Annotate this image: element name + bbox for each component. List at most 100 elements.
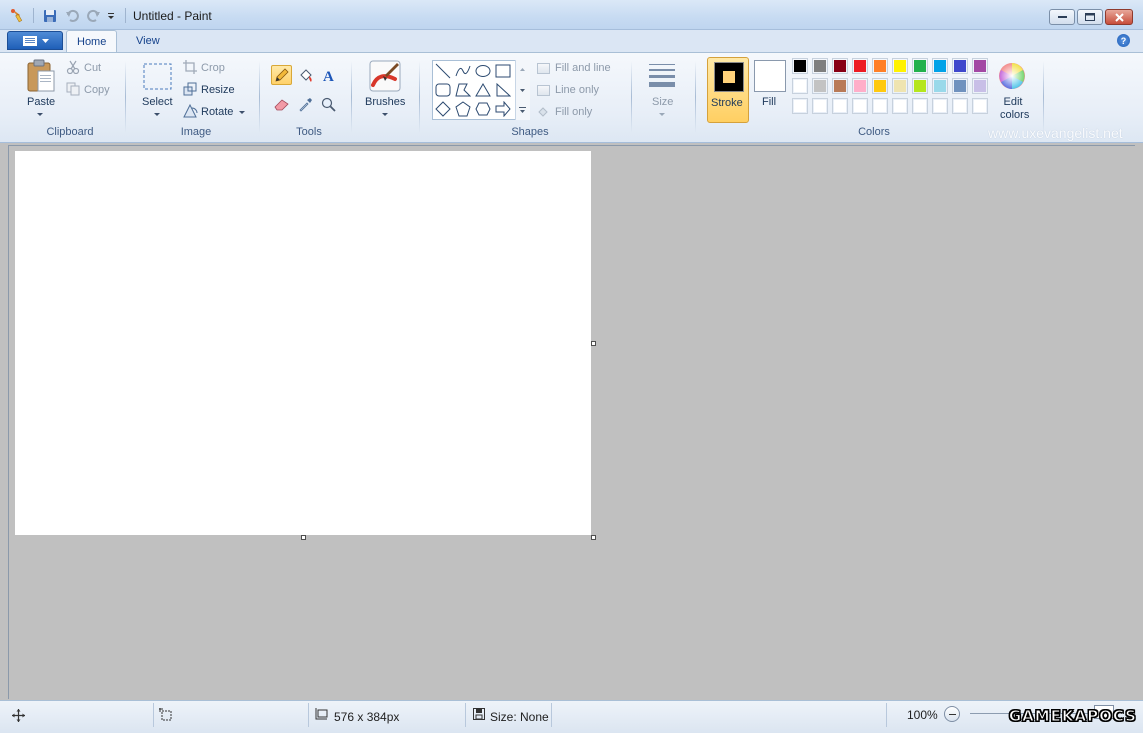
palette-color-swatch[interactable] — [892, 58, 908, 74]
palette-color-swatch[interactable] — [952, 78, 968, 94]
palette-color-swatch[interactable] — [792, 58, 808, 74]
polygon-shape-icon[interactable] — [454, 81, 472, 99]
maximize-button[interactable] — [1077, 9, 1103, 25]
svg-text:A: A — [323, 69, 334, 83]
pentagon-shape-icon[interactable] — [454, 100, 472, 118]
save-icon[interactable] — [41, 7, 59, 24]
customize-quick-access-icon[interactable] — [104, 7, 118, 24]
palette-color-swatch[interactable] — [872, 78, 888, 94]
quick-access-separator — [33, 8, 34, 23]
palette-color-swatch[interactable] — [852, 58, 868, 74]
paste-dropdown-caret[interactable] — [37, 113, 43, 116]
rectangle-shape-icon[interactable] — [494, 62, 512, 80]
select-button[interactable] — [143, 63, 172, 93]
minimize-button[interactable] — [1049, 9, 1075, 25]
color-swatch-fill — [974, 100, 986, 112]
undo-icon[interactable] — [63, 7, 81, 24]
palette-color-swatch[interactable] — [972, 78, 988, 94]
palette-color-swatch[interactable] — [852, 98, 868, 114]
hexagon-shape-icon[interactable] — [474, 100, 492, 118]
cut-button[interactable]: Cut — [84, 62, 101, 74]
palette-color-swatch[interactable] — [812, 78, 828, 94]
ribbon-tab-row: Home View ? — [0, 30, 1143, 52]
edit-colors-button[interactable] — [997, 61, 1027, 94]
rounded-rectangle-shape-icon[interactable] — [434, 81, 452, 99]
close-button[interactable] — [1105, 9, 1133, 25]
pencil-tool-button[interactable] — [271, 65, 292, 85]
palette-color-swatch[interactable] — [832, 58, 848, 74]
fill-only-option[interactable]: Fill only — [555, 106, 592, 118]
palette-color-swatch[interactable] — [812, 58, 828, 74]
triangle-shape-icon[interactable] — [474, 81, 492, 99]
eraser-tool-button[interactable] — [271, 94, 292, 114]
palette-color-swatch[interactable] — [872, 98, 888, 114]
select-rectangle-icon — [143, 63, 172, 90]
line-only-option[interactable]: Line only — [555, 84, 599, 96]
tab-view[interactable]: View — [126, 30, 170, 52]
brushes-button[interactable] — [369, 59, 401, 96]
palette-color-swatch[interactable] — [952, 58, 968, 74]
chevron-down-icon — [41, 38, 49, 43]
eyedropper-icon — [299, 97, 312, 112]
palette-color-swatch[interactable] — [812, 98, 828, 114]
oval-shape-icon[interactable] — [474, 62, 492, 80]
fill-and-line-option[interactable]: Fill and line — [555, 62, 611, 74]
text-tool-button[interactable]: A — [318, 65, 339, 85]
palette-color-swatch[interactable] — [892, 78, 908, 94]
paint-app-icon[interactable] — [9, 7, 25, 23]
fill-color-button[interactable] — [754, 60, 786, 92]
help-icon[interactable]: ? — [1117, 34, 1130, 47]
palette-color-swatch[interactable] — [912, 78, 928, 94]
palette-color-swatch[interactable] — [792, 98, 808, 114]
minimize-icon — [1057, 16, 1067, 18]
palette-color-swatch[interactable] — [892, 98, 908, 114]
palette-color-swatch[interactable] — [792, 78, 808, 94]
tab-home[interactable]: Home — [66, 30, 118, 52]
select-dropdown-caret[interactable] — [154, 113, 160, 116]
drawing-canvas[interactable] — [15, 151, 591, 535]
canvas-resize-handle-bottom[interactable] — [301, 535, 306, 540]
shapes-scrollbar[interactable] — [515, 60, 530, 120]
palette-color-swatch[interactable] — [932, 98, 948, 114]
fill-tool-button[interactable] — [295, 65, 316, 85]
resize-button[interactable]: Resize — [201, 84, 235, 96]
line-shape-icon[interactable] — [434, 62, 452, 80]
color-swatch-fill — [854, 80, 866, 92]
palette-color-swatch[interactable] — [832, 78, 848, 94]
palette-color-swatch[interactable] — [872, 58, 888, 74]
paint-bucket-icon — [299, 68, 312, 82]
shapes-group-label: Shapes — [511, 126, 549, 138]
palette-color-swatch[interactable] — [932, 58, 948, 74]
rotate-button[interactable]: Rotate — [201, 106, 233, 118]
zoom-out-button[interactable] — [944, 706, 960, 722]
magnifier-tool-button[interactable] — [318, 94, 339, 114]
crop-icon — [183, 60, 197, 77]
stroke-color-button[interactable]: Stroke — [707, 57, 749, 123]
palette-color-swatch[interactable] — [972, 98, 988, 114]
size-dropdown-caret[interactable] — [659, 113, 665, 116]
rotate-dropdown-caret[interactable] — [239, 111, 245, 114]
copy-button[interactable]: Copy — [84, 84, 110, 96]
color-swatch-fill — [814, 60, 826, 72]
right-triangle-shape-icon[interactable] — [494, 81, 512, 99]
line-width-icon — [649, 64, 675, 87]
arrow-shape-icon[interactable] — [494, 100, 512, 118]
curve-shape-icon[interactable] — [454, 62, 472, 80]
redo-icon[interactable] — [85, 7, 103, 24]
color-picker-tool-button[interactable] — [295, 94, 316, 114]
paste-button[interactable] — [26, 59, 56, 96]
palette-color-swatch[interactable] — [932, 78, 948, 94]
palette-color-swatch[interactable] — [912, 58, 928, 74]
palette-color-swatch[interactable] — [912, 98, 928, 114]
size-button[interactable] — [648, 63, 676, 92]
palette-color-swatch[interactable] — [832, 98, 848, 114]
palette-color-swatch[interactable] — [852, 78, 868, 94]
canvas-resize-handle-corner[interactable] — [591, 535, 596, 540]
crop-button[interactable]: Crop — [201, 62, 225, 74]
brushes-dropdown-caret[interactable] — [382, 113, 388, 116]
paint-menu-button[interactable] — [7, 31, 63, 50]
diamond-shape-icon[interactable] — [434, 100, 452, 118]
palette-color-swatch[interactable] — [952, 98, 968, 114]
palette-color-swatch[interactable] — [972, 58, 988, 74]
canvas-resize-handle-right[interactable] — [591, 341, 596, 346]
